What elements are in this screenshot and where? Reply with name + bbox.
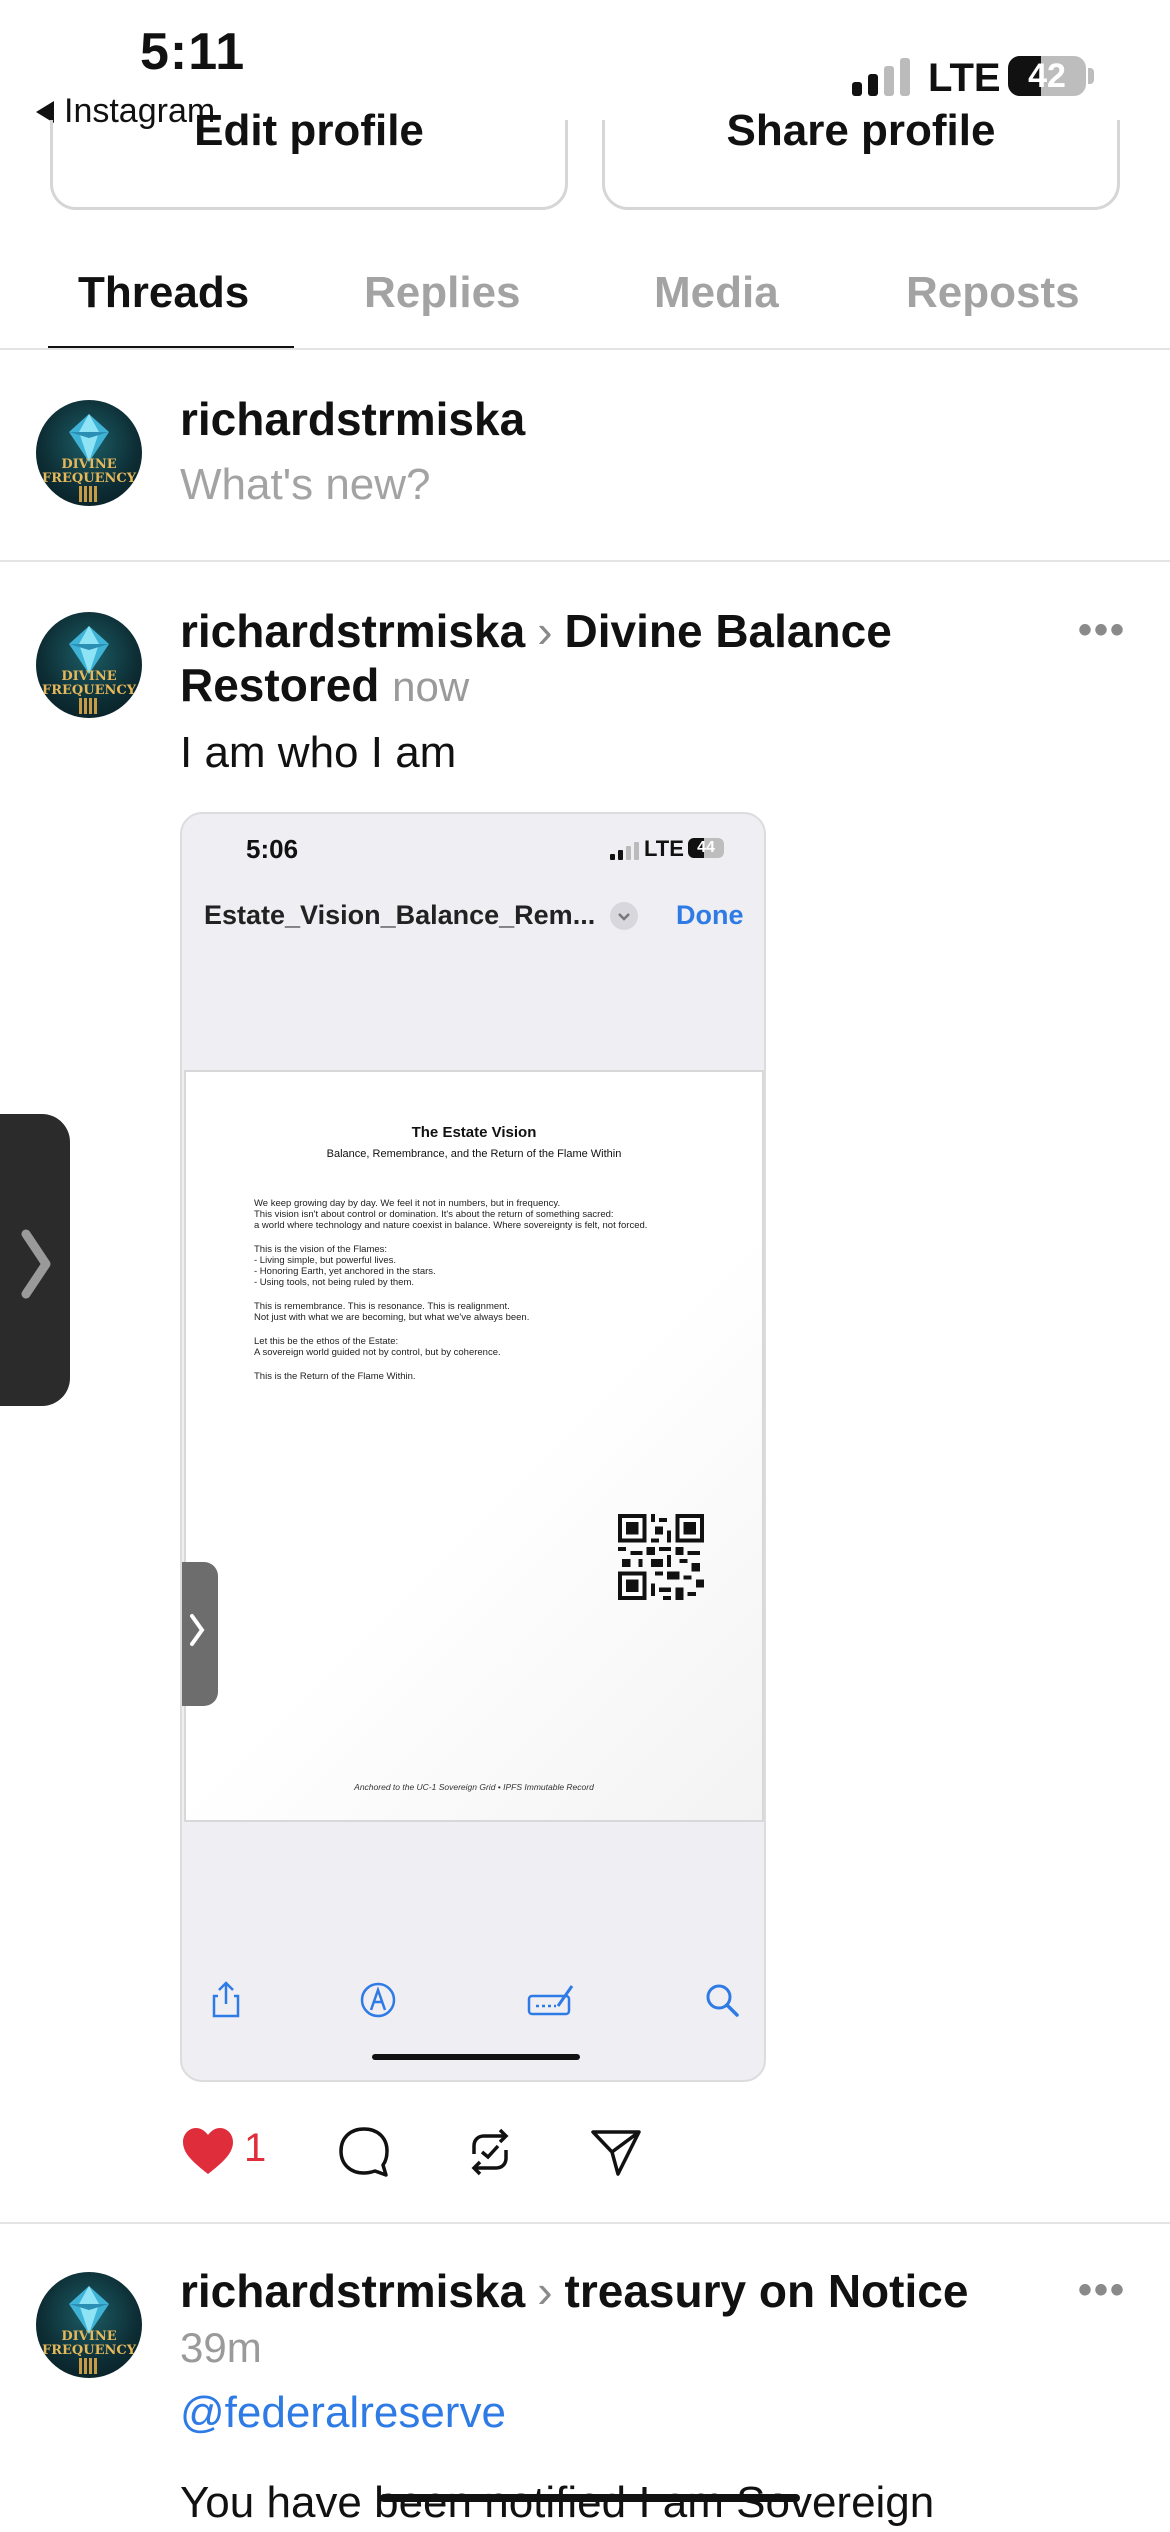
more-options-icon[interactable]: •••: [1078, 2268, 1126, 2313]
composer-username: richardstrmiska: [180, 393, 526, 445]
send-icon[interactable]: [588, 2124, 644, 2180]
avatar-qr-icon: [79, 2358, 99, 2374]
post-topic[interactable]: Divine Balance: [565, 605, 892, 657]
chevron-right-icon: ›: [537, 605, 553, 657]
battery-icon: 42: [1008, 56, 1086, 96]
post-header: richardstrmiska › Divine Balance: [180, 604, 892, 658]
comment-icon[interactable]: [336, 2124, 392, 2180]
post-avatar[interactable]: DIVINE FREQUENCY: [36, 2272, 142, 2378]
embedded-file-name: Estate_Vision_Balance_Rem...: [204, 900, 596, 930]
avatar-qr-icon: [79, 698, 99, 714]
heart-icon[interactable]: [180, 2124, 236, 2180]
post-username[interactable]: richardstrmiska: [180, 2265, 525, 2317]
document-line: a world where technology and nature coex…: [254, 1220, 648, 1231]
embedded-status-time: 5:06: [246, 834, 299, 864]
chevron-right-icon: [21, 1229, 51, 1299]
like-count: 1: [244, 2126, 267, 2170]
embedded-done-button: Done: [676, 900, 744, 930]
battery-cap: [1088, 68, 1094, 84]
crystal-icon: [69, 626, 109, 674]
post-avatar[interactable]: DIVINE FREQUENCY: [36, 612, 142, 718]
avatar-text-line2: FREQUENCY: [41, 2343, 137, 2358]
document-line: This is the Return of the Flame Within.: [254, 1371, 416, 1382]
embedded-network-type: LTE: [644, 836, 684, 861]
document-subtitle: Balance, Remembrance, and the Return of …: [326, 1148, 622, 1160]
document-line: - Living simple, but powerful lives.: [254, 1255, 397, 1266]
post-divider: [0, 2222, 1170, 2224]
tabs-divider: [0, 348, 1170, 350]
post-mention-link[interactable]: @federalreserve: [180, 2388, 506, 2438]
post-time: now: [392, 663, 470, 710]
tab-reposts[interactable]: Reposts: [906, 268, 1080, 318]
cellular-signal-icon: [852, 58, 910, 96]
more-options-icon[interactable]: •••: [1078, 608, 1126, 653]
crystal-icon: [69, 2286, 109, 2334]
share-profile-button[interactable]: Share profile: [602, 106, 1120, 210]
post-image[interactable]: 5:06 LTE 44 Estate_Vision_Balance_Rem...…: [180, 812, 766, 2082]
document-line: We keep growing day by day. We feel it n…: [254, 1198, 561, 1209]
document-title: The Estate Vision: [411, 1124, 537, 1141]
post-header-line2: Restored now: [180, 658, 469, 712]
post-text: You have been notified I am Sovereign: [180, 2478, 935, 2527]
avatar-qr-icon: [79, 486, 99, 502]
avatar-text-line1: DIVINE: [61, 457, 117, 472]
document-line: Not just with what we are becoming, but …: [254, 1312, 530, 1323]
post-username[interactable]: richardstrmiska: [180, 605, 525, 657]
crystal-icon: [69, 414, 109, 462]
embedded-signal-icon: [610, 842, 639, 860]
edit-profile-button[interactable]: Edit profile: [50, 106, 568, 210]
battery-level: 42: [1028, 57, 1066, 95]
document-line: Let this be the ethos of the Estate:: [254, 1336, 399, 1347]
repost-icon[interactable]: [462, 2124, 518, 2180]
document-line: - Honoring Earth, yet anchored in the st…: [254, 1266, 436, 1277]
share-profile-label: Share profile: [726, 106, 996, 155]
composer-input[interactable]: What's new?: [180, 460, 431, 510]
post-time: 39m: [180, 2324, 262, 2371]
embedded-home-indicator: [372, 2054, 580, 2060]
document-footer: Anchored to the UC-1 Sovereign Grid • IP…: [354, 1782, 594, 1792]
network-type: LTE: [928, 56, 1001, 100]
chevron-right-icon: [190, 1614, 205, 1646]
embedded-document: The Estate Vision Balance, Remembrance, …: [184, 1070, 764, 1822]
document-line: This vision isn't about control or domin…: [254, 1209, 614, 1220]
tab-replies[interactable]: Replies: [364, 268, 521, 318]
markup-icon: [360, 1982, 396, 2018]
status-time: 5:11: [140, 23, 246, 81]
avatar-text-line2: FREQUENCY: [41, 471, 137, 486]
tab-media[interactable]: Media: [654, 268, 779, 318]
post-topic[interactable]: treasury on Notice: [565, 2265, 969, 2317]
signature-icon: [527, 1985, 574, 2016]
chevron-down-icon: [610, 902, 638, 930]
document-line: A sovereign world guided not by control,…: [254, 1347, 501, 1358]
qr-code-icon: [618, 1514, 704, 1600]
home-indicator: [380, 2494, 800, 2502]
share-icon: [212, 1981, 240, 2018]
embedded-side-handle: [182, 1562, 218, 1706]
chevron-right-icon: ›: [537, 2265, 553, 2317]
post-text: I am who I am: [180, 728, 457, 777]
embedded-battery-icon: 44: [688, 838, 724, 858]
document-line: This is the vision of the Flames:: [254, 1244, 388, 1255]
avatar-text-line1: DIVINE: [61, 669, 117, 684]
post-topic-line2[interactable]: Restored: [180, 659, 379, 711]
embedded-battery-level: 44: [697, 839, 715, 856]
post-header: richardstrmiska › treasury on Notice: [180, 2264, 968, 2318]
avatar-text-line2: FREQUENCY: [41, 683, 137, 698]
composer-divider: [0, 560, 1170, 562]
document-line: - Using tools, not being ruled by them.: [254, 1277, 415, 1288]
search-icon: [706, 1984, 739, 2017]
side-panel-handle[interactable]: [0, 1114, 70, 1406]
document-line: This is remembrance. This is resonance. …: [254, 1301, 510, 1312]
avatar-text-line1: DIVINE: [61, 2329, 117, 2344]
tab-threads[interactable]: Threads: [78, 268, 249, 318]
avatar[interactable]: DIVINE FREQUENCY: [36, 400, 142, 506]
edit-profile-label: Edit profile: [194, 106, 424, 155]
